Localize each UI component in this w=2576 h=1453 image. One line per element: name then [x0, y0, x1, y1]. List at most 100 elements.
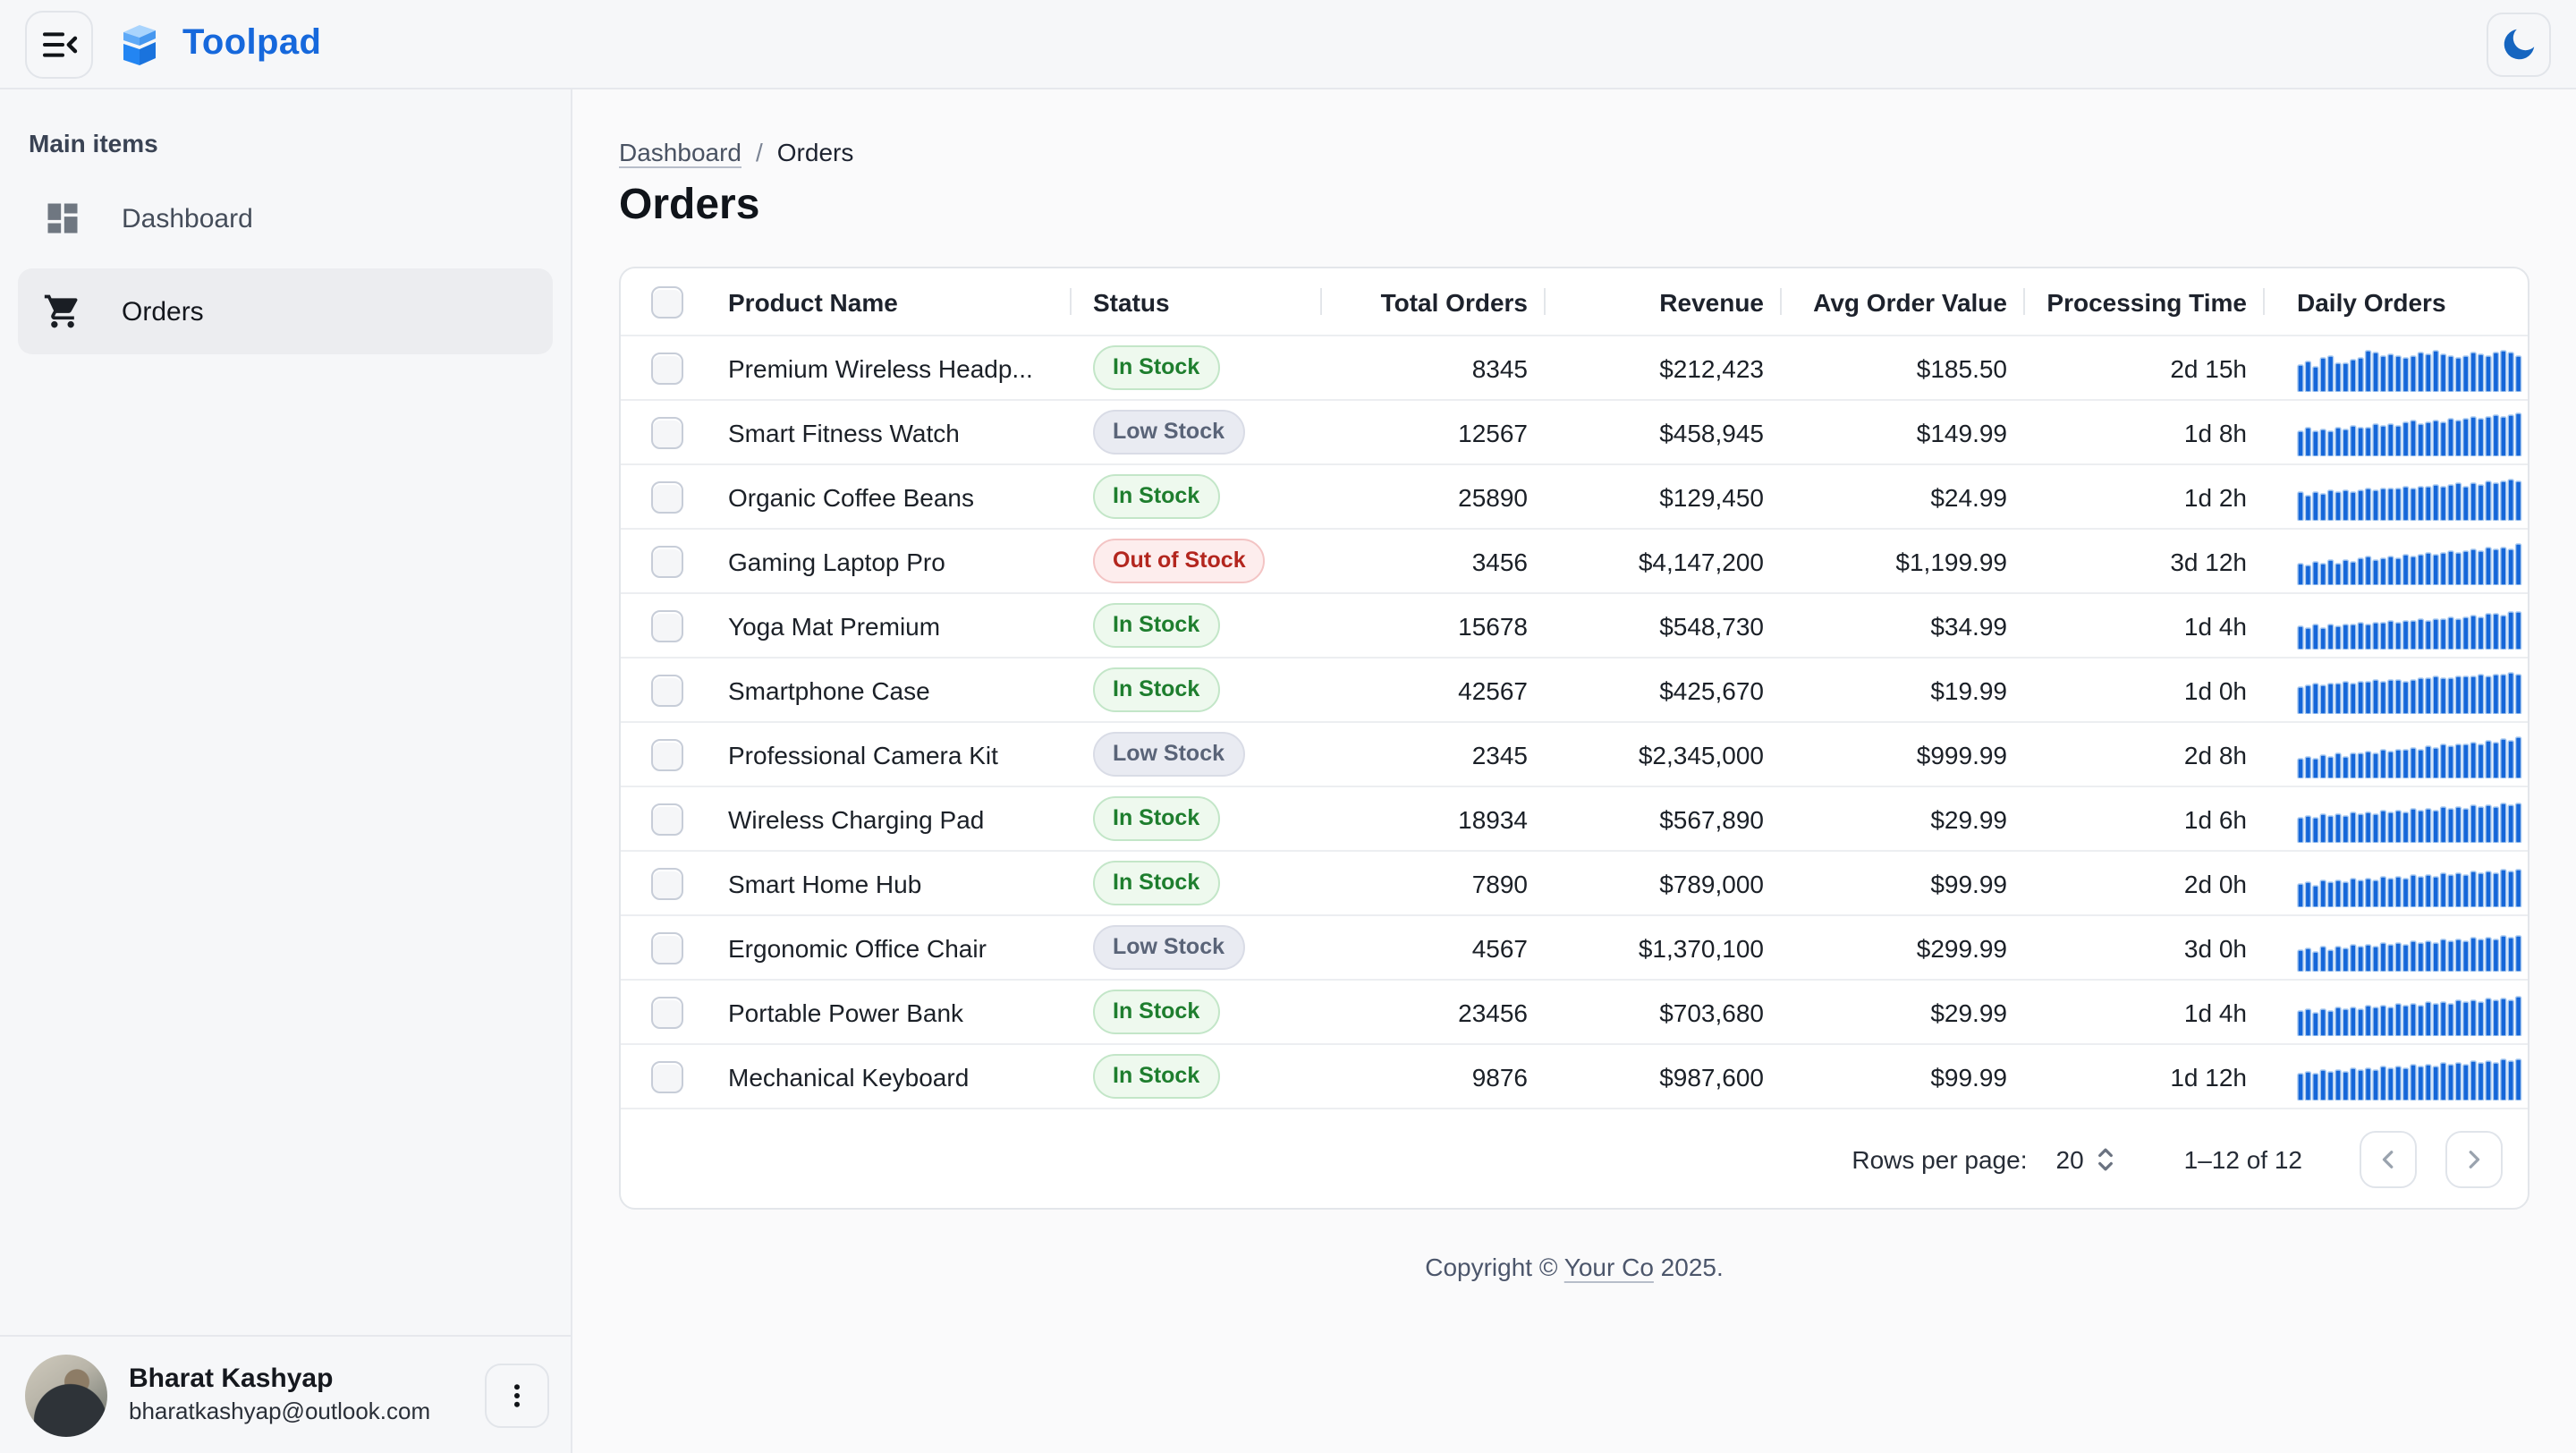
daily-orders-sparkline	[2297, 860, 2522, 906]
status-badge: Low Stock	[1093, 733, 1244, 777]
daily-orders-cell	[2265, 981, 2528, 1043]
table-row[interactable]: Gaming Laptop Pro Out of Stock 3456 $4,1…	[621, 528, 2528, 592]
status-badge: In Stock	[1093, 475, 1219, 519]
status-badge: Low Stock	[1093, 926, 1244, 970]
status-badge: In Stock	[1093, 1055, 1219, 1099]
total-orders-cell: 12567	[1322, 418, 1546, 446]
sidebar-item-label: Orders	[122, 296, 204, 327]
revenue-cell: $987,600	[1546, 1062, 1782, 1091]
table-row[interactable]: Professional Camera Kit Low Stock 2345 $…	[621, 721, 2528, 786]
revenue-cell: $1,370,100	[1546, 933, 1782, 962]
product-name-cell: Smartphone Case	[714, 676, 1072, 704]
daily-orders-cell	[2265, 336, 2528, 399]
table-row[interactable]: Mechanical Keyboard In Stock 9876 $987,6…	[621, 1043, 2528, 1108]
total-orders-cell: 23456	[1322, 998, 1546, 1026]
total-orders-cell: 18934	[1322, 804, 1546, 833]
app-title: Toolpad	[182, 23, 321, 64]
theme-toggle-button[interactable]	[2487, 12, 2551, 76]
breadcrumb-current: Orders	[777, 138, 854, 166]
user-menu-button[interactable]	[485, 1363, 549, 1427]
product-name-cell: Premium Wireless Headp...	[714, 353, 1072, 382]
product-name-cell: Smart Fitness Watch	[714, 418, 1072, 446]
table-row[interactable]: Organic Coffee Beans In Stock 25890 $129…	[621, 463, 2528, 528]
product-name-cell: Organic Coffee Beans	[714, 482, 1072, 511]
avg-order-value-cell: $29.99	[1782, 804, 2025, 833]
row-checkbox[interactable]	[651, 609, 683, 642]
copyright-footer: Copyright © Your Co 2025.	[619, 1253, 2529, 1281]
table-row[interactable]: Ergonomic Office Chair Low Stock 4567 $1…	[621, 914, 2528, 979]
table-row[interactable]: Premium Wireless Headp... In Stock 8345 …	[621, 335, 2528, 399]
product-name-cell: Portable Power Bank	[714, 998, 1072, 1026]
table-row[interactable]: Smart Home Hub In Stock 7890 $789,000 $9…	[621, 850, 2528, 914]
row-checkbox[interactable]	[651, 1060, 683, 1092]
row-checkbox[interactable]	[651, 674, 683, 706]
copyright-suffix: 2025.	[1654, 1253, 1724, 1281]
avg-order-value-cell: $99.99	[1782, 869, 2025, 897]
status-badge: In Stock	[1093, 990, 1219, 1034]
previous-page-button[interactable]	[2360, 1130, 2417, 1187]
topbar: Toolpad	[0, 0, 2576, 89]
daily-orders-sparkline	[2297, 409, 2522, 455]
daily-orders-cell	[2265, 852, 2528, 914]
product-name-cell: Smart Home Hub	[714, 869, 1072, 897]
row-checkbox[interactable]	[651, 545, 683, 577]
daily-orders-sparkline	[2297, 795, 2522, 842]
breadcrumb-link-dashboard[interactable]: Dashboard	[619, 138, 741, 166]
daily-orders-sparkline	[2297, 344, 2522, 391]
product-name-cell: Mechanical Keyboard	[714, 1062, 1072, 1091]
sidebar-item-dashboard[interactable]: Dashboard	[18, 175, 553, 261]
revenue-cell: $2,345,000	[1546, 740, 1782, 769]
total-orders-cell: 2345	[1322, 740, 1546, 769]
status-badge: Low Stock	[1093, 411, 1244, 455]
column-header-product-name[interactable]: Product Name	[714, 268, 1072, 335]
rows-per-page-select[interactable]: 20	[2056, 1143, 2120, 1175]
table-row[interactable]: Yoga Mat Premium In Stock 15678 $548,730…	[621, 592, 2528, 657]
breadcrumb: Dashboard / Orders	[619, 138, 2529, 166]
total-orders-cell: 8345	[1322, 353, 1546, 382]
daily-orders-cell	[2265, 401, 2528, 463]
row-checkbox[interactable]	[651, 480, 683, 513]
total-orders-cell: 15678	[1322, 611, 1546, 640]
avg-order-value-cell: $19.99	[1782, 676, 2025, 704]
column-header-status[interactable]: Status	[1072, 268, 1322, 335]
column-header-avg-order-value[interactable]: Avg Order Value	[1782, 268, 2025, 335]
brand[interactable]: Toolpad	[114, 19, 321, 69]
menu-collapse-icon	[38, 22, 80, 65]
row-checkbox[interactable]	[651, 416, 683, 448]
revenue-cell: $212,423	[1546, 353, 1782, 382]
company-link[interactable]: Your Co	[1564, 1253, 1654, 1281]
chevron-right-icon	[2458, 1143, 2490, 1175]
column-header-total-orders[interactable]: Total Orders	[1322, 268, 1546, 335]
row-checkbox[interactable]	[651, 931, 683, 964]
column-header-processing-time[interactable]: Processing Time	[2025, 268, 2265, 335]
moon-icon	[2499, 24, 2538, 64]
row-checkbox[interactable]	[651, 803, 683, 835]
daily-orders-cell	[2265, 916, 2528, 979]
chevron-left-icon	[2372, 1143, 2404, 1175]
table-row[interactable]: Smartphone Case In Stock 42567 $425,670 …	[621, 657, 2528, 721]
column-header-daily-orders[interactable]: Daily Orders	[2265, 268, 2528, 335]
row-checkbox[interactable]	[651, 352, 683, 384]
sidebar-item-orders[interactable]: Orders	[18, 268, 553, 354]
table-row[interactable]: Portable Power Bank In Stock 23456 $703,…	[621, 979, 2528, 1043]
revenue-cell: $703,680	[1546, 998, 1782, 1026]
product-name-cell: Wireless Charging Pad	[714, 804, 1072, 833]
daily-orders-sparkline	[2297, 667, 2522, 713]
column-header-revenue[interactable]: Revenue	[1546, 268, 1782, 335]
processing-time-cell: 1d 4h	[2025, 611, 2265, 640]
processing-time-cell: 1d 4h	[2025, 998, 2265, 1026]
next-page-button[interactable]	[2445, 1130, 2503, 1187]
row-checkbox[interactable]	[651, 738, 683, 770]
processing-time-cell: 2d 8h	[2025, 740, 2265, 769]
table-row[interactable]: Smart Fitness Watch Low Stock 12567 $458…	[621, 399, 2528, 463]
row-checkbox[interactable]	[651, 996, 683, 1028]
total-orders-cell: 42567	[1322, 676, 1546, 704]
select-all-checkbox[interactable]	[651, 285, 683, 318]
table-row[interactable]: Wireless Charging Pad In Stock 18934 $56…	[621, 786, 2528, 850]
user-avatar[interactable]	[25, 1354, 107, 1436]
collapse-sidebar-button[interactable]	[25, 10, 93, 78]
processing-time-cell: 1d 12h	[2025, 1062, 2265, 1091]
row-checkbox[interactable]	[651, 867, 683, 899]
table-pagination: Rows per page: 20 1–12 of 12	[621, 1108, 2528, 1208]
revenue-cell: $425,670	[1546, 676, 1782, 704]
